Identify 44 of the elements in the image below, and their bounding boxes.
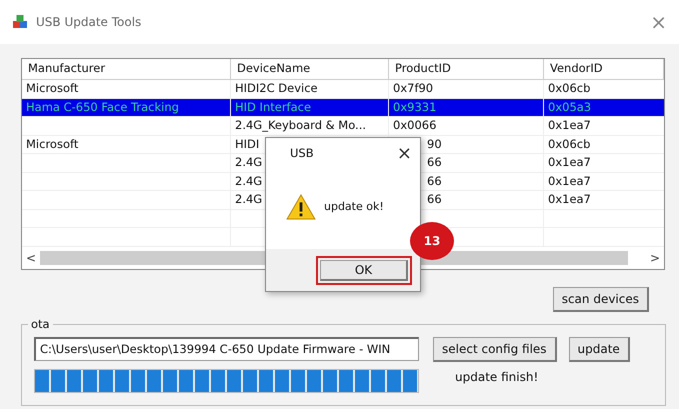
column-header[interactable]: Manufacturer — [22, 59, 231, 79]
app-icon — [12, 14, 28, 30]
table-cell: 0x1ea7 — [548, 174, 591, 188]
column-header[interactable]: VendorID — [544, 59, 664, 79]
scan-devices-button[interactable]: scan devices — [552, 286, 649, 312]
table-cell: HIDI — [235, 136, 260, 150]
table-cell: 0x05a3 — [548, 100, 592, 114]
close-button[interactable]: × — [650, 10, 667, 34]
ok-button[interactable]: OK — [320, 260, 408, 280]
column-header[interactable]: ProductID — [389, 59, 544, 79]
warning-icon — [286, 194, 316, 220]
table-cell: 2.4G — [235, 155, 262, 169]
path-field[interactable]: C:\Users\user\Desktop\139994 C-650 Update Firmware - WIN — [34, 336, 419, 360]
table-cell: 0x06cb — [548, 136, 590, 150]
table-cell: 0x0066 — [393, 118, 436, 132]
table-cell: 66 — [427, 192, 442, 206]
table-cell: Hama C-650 Face Tracking — [26, 100, 179, 114]
table-cell: 0x06cb — [548, 81, 590, 95]
table-cell: 2.4G — [235, 192, 262, 206]
table-cell: 90 — [427, 136, 442, 150]
select-config-button[interactable]: select config files — [433, 336, 557, 362]
scroll-right-button[interactable]: > — [650, 250, 660, 264]
table-cell: 0x1ea7 — [548, 118, 591, 132]
window-title: USB Update Tools — [36, 15, 142, 29]
table-cell: 0x7f90 — [393, 81, 434, 95]
dialog-message: update ok! — [324, 200, 384, 213]
table-cell: 66 — [427, 155, 442, 169]
table-cell: 0x1ea7 — [548, 155, 591, 169]
table-cell: HIDI2C Device — [235, 81, 318, 95]
group-label: ota — [28, 316, 53, 330]
table-cell: 2.4G_Keyboard & Mo... — [235, 118, 366, 132]
update-button[interactable]: update — [568, 336, 630, 362]
table-cell: 66 — [427, 174, 442, 188]
column-header[interactable]: DeviceName — [231, 59, 389, 79]
table-cell: 0x9331 — [393, 100, 436, 114]
table-row[interactable]: 2.4G_Keyboard & Mo... 0x0066 0x1ea7 — [22, 117, 664, 136]
table-cell: Microsoft — [26, 81, 78, 95]
table-row[interactable]: Hama C-650 Face Tracking HID Interface 0x9331 0x05a3 — [22, 98, 664, 117]
table-cell: Microsoft — [26, 136, 78, 150]
status-text: update finish! — [454, 370, 540, 384]
table-cell: HID Interface — [235, 100, 312, 114]
table-cell: 2.4G — [235, 174, 262, 188]
scroll-left-button[interactable]: < — [26, 250, 36, 264]
table-cell: 0x1ea7 — [548, 192, 591, 206]
